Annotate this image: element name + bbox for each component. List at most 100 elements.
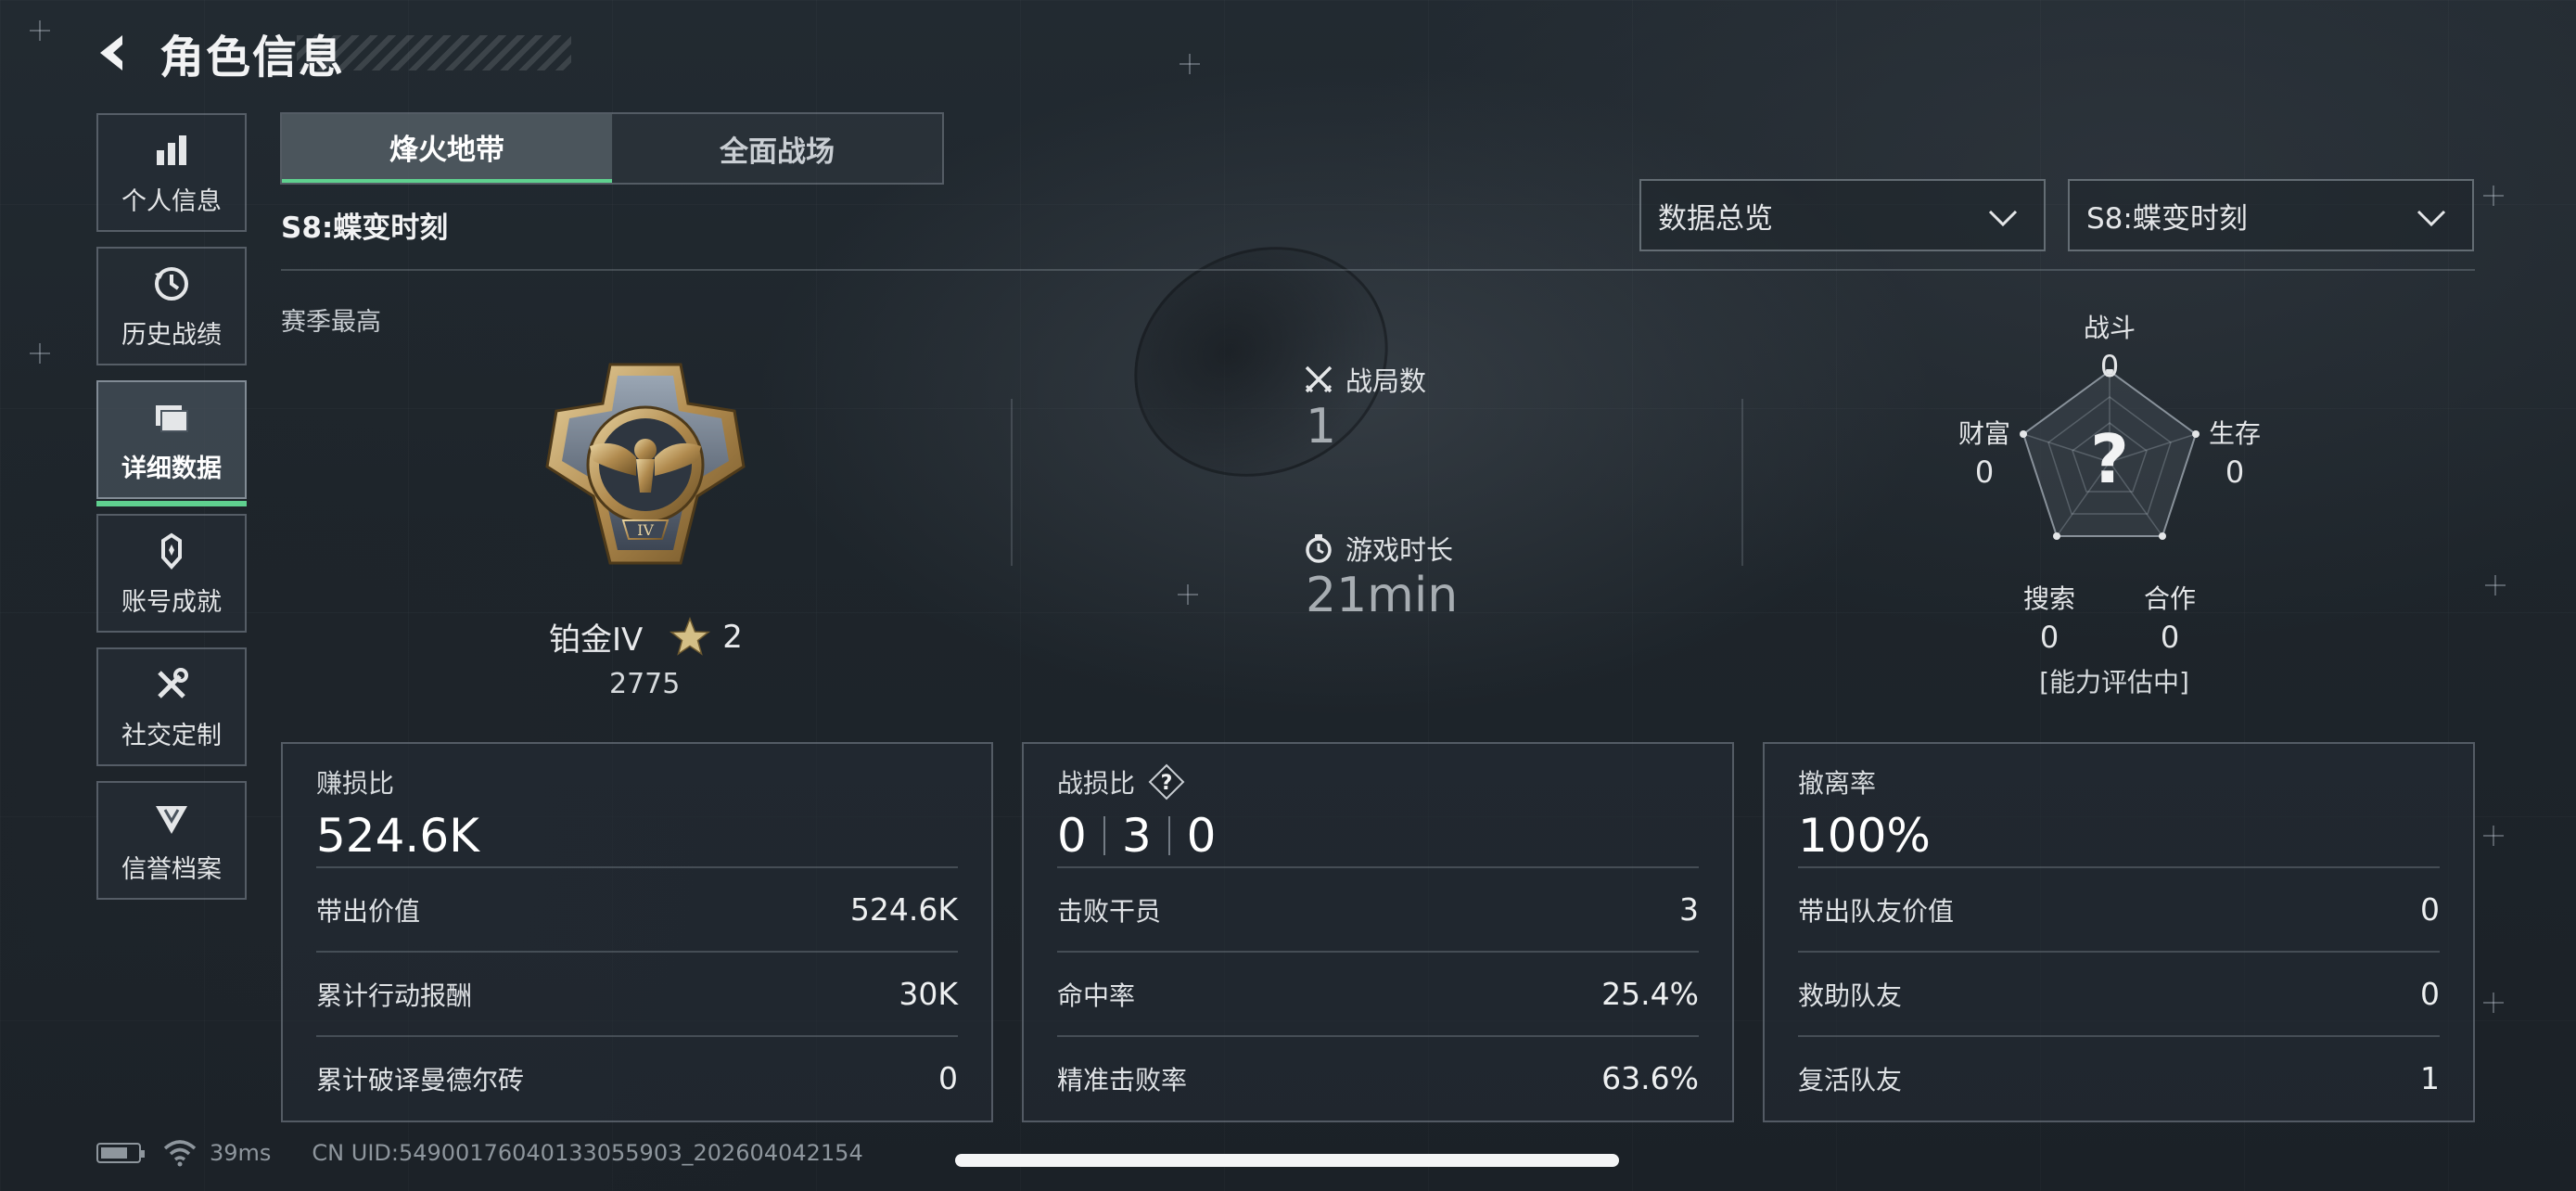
card-title: 战损比 [1057, 768, 1136, 799]
divider [281, 269, 2475, 271]
chevron-left-icon[interactable] [93, 32, 135, 74]
rank-medal-icon: IV [545, 363, 746, 565]
card-title-row: 战损比 ? [1057, 763, 1699, 800]
sidebar-item-personal-info[interactable]: 个人信息 [96, 113, 247, 232]
chevron-down-icon [1988, 210, 2018, 227]
stat-label: 累计行动报酬 [316, 980, 473, 1011]
stat-row: 精准击败率 63.6% [1057, 1035, 1699, 1120]
stat-value: 3 [1679, 891, 1699, 928]
card-main-value: 524.6K [316, 809, 479, 863]
card-main-value: 100% [1798, 809, 1931, 863]
rank-name: 铂金IV [549, 621, 644, 659]
corner-mark [30, 343, 50, 364]
stat-value: 25.4% [1601, 976, 1699, 1012]
overview-dropdown[interactable]: 数据总览 [1639, 179, 2046, 251]
radar-combat-value: 0 [2099, 349, 2120, 384]
stopwatch-icon [1306, 534, 1332, 563]
sidebar-item-label: 历史战绩 [121, 320, 222, 350]
radar-wealth-label: 财富 [1958, 418, 2010, 449]
rank-line: 铂金IV 2 [549, 614, 743, 660]
mode-tabs: 烽火地带 全面战场 [280, 112, 944, 185]
battery-icon [96, 1143, 145, 1163]
kd-value-3: 0 [1186, 809, 1217, 863]
stat-row: 带出队友价值 0 [1798, 866, 2440, 951]
separator [1103, 816, 1105, 855]
profit-card: 赚损比 524.6K 带出价值 524.6K 累计行动报酬 30K 累计破译曼德… [281, 742, 993, 1122]
sidebar: 个人信息 历史战绩 详细数据 账号成就 社交定制 信誉档案 [96, 113, 247, 915]
ping-value: 39ms [210, 1140, 272, 1166]
divider [1011, 399, 1013, 566]
sidebar-item-social[interactable]: 社交定制 [96, 647, 247, 766]
sidebar-item-detailed-data[interactable]: 详细数据 [96, 380, 247, 506]
svg-text:IV: IV [637, 521, 654, 539]
help-icon[interactable]: ? [1148, 763, 1185, 800]
card-title: 赚损比 [316, 768, 395, 799]
corner-mark [2483, 992, 2504, 1013]
stat-value: 1 [2420, 1060, 2440, 1096]
radar-combat-label: 战斗 [2083, 313, 2136, 343]
corner-mark [2483, 826, 2504, 846]
season-best-label: 赛季最高 [281, 308, 381, 337]
history-clock-icon [150, 263, 193, 305]
stat-row: 带出价值 524.6K [316, 866, 958, 951]
corner-mark [30, 20, 50, 41]
sidebar-item-credit[interactable]: 信誉档案 [96, 781, 247, 900]
stat-value: 0 [2420, 976, 2440, 1012]
stat-row: 累计破译曼德尔砖 0 [316, 1035, 958, 1120]
svg-text:?: ? [1161, 772, 1173, 795]
stat-row: 命中率 25.4% [1057, 951, 1699, 1035]
tools-icon [150, 663, 193, 706]
home-indicator[interactable] [955, 1154, 1619, 1167]
title-decoration [297, 35, 571, 70]
stat-label: 累计破译曼德尔砖 [316, 1064, 525, 1095]
separator [1167, 816, 1170, 855]
radar-teamwork-label: 合作 [2143, 583, 2196, 614]
radar-search-value: 0 [2039, 620, 2060, 655]
stat-value: 524.6K [849, 891, 958, 928]
sidebar-item-label: 社交定制 [121, 721, 222, 750]
stat-label: 复活队友 [1798, 1064, 1903, 1095]
sidebar-item-label: 信誉档案 [121, 854, 222, 884]
stat-label: 带出队友价值 [1798, 895, 1955, 927]
status-footer: 39ms CN UID:5490017604013305590З_2026040… [96, 1139, 863, 1167]
corner-mark [1180, 54, 1200, 74]
stat-value: 30K [899, 976, 958, 1012]
radar-survival-value: 0 [2225, 455, 2245, 490]
kd-value-2: 3 [1121, 809, 1152, 863]
card-title: 撤离率 [1798, 768, 1877, 799]
radar-wealth-value: 0 [1974, 455, 1995, 490]
radar-teamwork-value: 0 [2160, 620, 2180, 655]
sidebar-item-label: 个人信息 [121, 186, 222, 216]
season-dropdown[interactable]: S8:蝶变时刻 [2068, 179, 2474, 251]
stat-value: 0 [938, 1060, 958, 1096]
stat-value: 63.6% [1601, 1060, 1699, 1096]
corner-mark [2485, 575, 2506, 596]
divider [1741, 399, 1743, 566]
ability-radar-chart: ? [2020, 369, 2200, 540]
matches-label-text: 战局数 [1345, 365, 1427, 397]
radar-center-mark: ? [2090, 420, 2129, 498]
rank-stars-count: 2 [722, 618, 743, 656]
stat-row: 累计行动报酬 30K [316, 951, 958, 1035]
tab-hazard-zone[interactable]: 烽火地带 [282, 114, 612, 183]
stat-label: 救助队友 [1798, 980, 1903, 1011]
sidebar-item-achievements[interactable]: 账号成就 [96, 514, 247, 633]
matches-value: 1 [1306, 399, 1337, 455]
stat-row: 复活队友 1 [1798, 1035, 2440, 1120]
playtime-label: 游戏时长 [1303, 529, 1453, 568]
radar-search-label: 搜索 [2022, 583, 2075, 614]
radar-survival-label: 生存 [2208, 418, 2261, 449]
stat-label: 命中率 [1057, 980, 1136, 1011]
corner-mark [1178, 584, 1198, 605]
tab-full-battlefield[interactable]: 全面战场 [612, 114, 942, 183]
wifi-icon [163, 1140, 197, 1167]
stat-label: 击败干员 [1057, 895, 1162, 927]
star-icon [670, 616, 711, 656]
uid-text: CN UID:5490017604013305590З_202604042154 [312, 1140, 863, 1166]
folders-icon [150, 396, 193, 439]
bar-chart-icon [150, 129, 193, 172]
chevron-down-icon [2417, 210, 2446, 227]
sidebar-item-history[interactable]: 历史战绩 [96, 247, 247, 365]
stat-value: 0 [2420, 891, 2440, 928]
crossed-swords-icon [1305, 365, 1333, 393]
